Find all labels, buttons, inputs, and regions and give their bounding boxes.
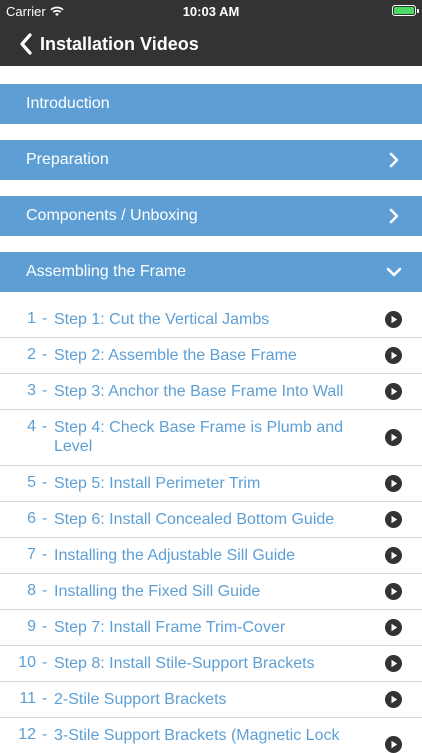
separator: - xyxy=(42,546,48,563)
separator: - xyxy=(42,418,48,435)
play-icon[interactable] xyxy=(385,691,402,708)
separator: - xyxy=(42,654,48,671)
video-row[interactable]: 1 - Step 1: Cut the Vertical Jambs xyxy=(0,302,422,338)
section-components-unboxing[interactable]: Components / Unboxing xyxy=(0,196,422,236)
play-icon[interactable] xyxy=(385,311,402,328)
video-row[interactable]: 6 - Step 6: Install Concealed Bottom Gui… xyxy=(0,502,422,538)
video-number: 3 xyxy=(27,382,36,399)
video-row[interactable]: 5 - Step 5: Install Perimeter Trim xyxy=(0,466,422,502)
video-number: 6 xyxy=(27,510,36,527)
play-icon[interactable] xyxy=(385,619,402,636)
play-icon[interactable] xyxy=(385,347,402,364)
video-row[interactable]: 11 - 2-Stile Support Brackets xyxy=(0,682,422,718)
video-title: Step 8: Install Stile-Support Brackets xyxy=(54,655,315,672)
play-icon[interactable] xyxy=(385,429,402,446)
video-number: 5 xyxy=(27,474,36,491)
video-row[interactable]: 7 - Installing the Adjustable Sill Guide xyxy=(0,538,422,574)
play-icon[interactable] xyxy=(385,383,402,400)
video-title: Step 4: Check Base Frame is Plumb and Le… xyxy=(54,419,344,455)
video-row[interactable]: 10 - Step 8: Install Stile-Support Brack… xyxy=(0,646,422,682)
separator: - xyxy=(42,582,48,599)
separator: - xyxy=(42,726,48,743)
section-preparation[interactable]: Preparation xyxy=(0,140,422,180)
video-number: 4 xyxy=(27,418,36,435)
play-icon[interactable] xyxy=(385,511,402,528)
page-title: Installation Videos xyxy=(40,33,199,54)
section-label: Assembling the Frame xyxy=(26,263,187,280)
status-bar: Carrier 10:03 AM xyxy=(0,0,422,22)
video-row[interactable]: 9 - Step 7: Install Frame Trim-Cover xyxy=(0,610,422,646)
video-number: 2 xyxy=(27,346,36,363)
section-label: Components / Unboxing xyxy=(26,207,198,224)
video-title: 3-Stile Support Brackets (Magnetic Lock xyxy=(54,727,340,744)
video-title: Step 3: Anchor the Base Frame Into Wall xyxy=(54,383,344,400)
chevron-right-icon xyxy=(389,152,399,168)
video-number: 9 xyxy=(27,618,36,635)
video-number: 1 xyxy=(27,310,36,327)
section-label: Preparation xyxy=(26,151,109,168)
separator: - xyxy=(42,618,48,635)
chevron-down-icon xyxy=(386,267,402,277)
separator: - xyxy=(42,690,48,707)
clock: 10:03 AM xyxy=(182,4,240,19)
video-number: 11 xyxy=(19,690,36,707)
separator: - xyxy=(42,382,48,399)
video-title: Step 7: Install Frame Trim-Cover xyxy=(54,619,286,636)
chevron-right-icon xyxy=(389,208,399,224)
play-icon[interactable] xyxy=(385,583,402,600)
video-title: 2-Stile Support Brackets xyxy=(54,691,227,708)
video-number: 7 xyxy=(27,546,36,563)
play-icon[interactable] xyxy=(385,655,402,672)
separator: - xyxy=(42,346,48,363)
video-title: Step 5: Install Perimeter Trim xyxy=(54,475,261,492)
separator: - xyxy=(42,474,48,491)
video-title: Installing the Fixed Sill Guide xyxy=(54,583,261,600)
video-number: 8 xyxy=(27,582,36,599)
section-label: Introduction xyxy=(26,95,110,112)
video-number: 10 xyxy=(18,654,36,671)
video-number: 12 xyxy=(18,726,36,743)
video-row[interactable]: 2 - Step 2: Assemble the Base Frame xyxy=(0,338,422,374)
video-title: Step 6: Install Concealed Bottom Guide xyxy=(54,511,335,528)
section-assembling-the-frame[interactable]: Assembling the Frame xyxy=(0,252,422,292)
play-icon[interactable] xyxy=(385,736,402,753)
section-introduction[interactable]: Introduction xyxy=(0,84,422,124)
video-title: Installing the Adjustable Sill Guide xyxy=(54,547,296,564)
video-row[interactable]: 12 - 3-Stile Support Brackets (Magnetic … xyxy=(0,718,422,753)
header: Carrier 10:03 AM Installation Videos xyxy=(0,0,422,66)
video-title: Step 2: Assemble the Base Frame xyxy=(54,347,297,364)
separator: - xyxy=(42,310,48,327)
back-button[interactable]: Installation Videos xyxy=(18,33,199,55)
video-title: Step 1: Cut the Vertical Jambs xyxy=(54,311,270,328)
play-icon[interactable] xyxy=(385,547,402,564)
chevron-left-icon xyxy=(20,33,32,55)
play-icon[interactable] xyxy=(385,475,402,492)
nav-bar: Installation Videos xyxy=(0,22,422,66)
video-row[interactable]: 4 - Step 4: Check Base Frame is Plumb an… xyxy=(0,410,422,466)
separator: - xyxy=(42,510,48,527)
video-row[interactable]: 8 - Installing the Fixed Sill Guide xyxy=(0,574,422,610)
video-row[interactable]: 3 - Step 3: Anchor the Base Frame Into W… xyxy=(0,374,422,410)
battery-icon xyxy=(392,5,419,16)
